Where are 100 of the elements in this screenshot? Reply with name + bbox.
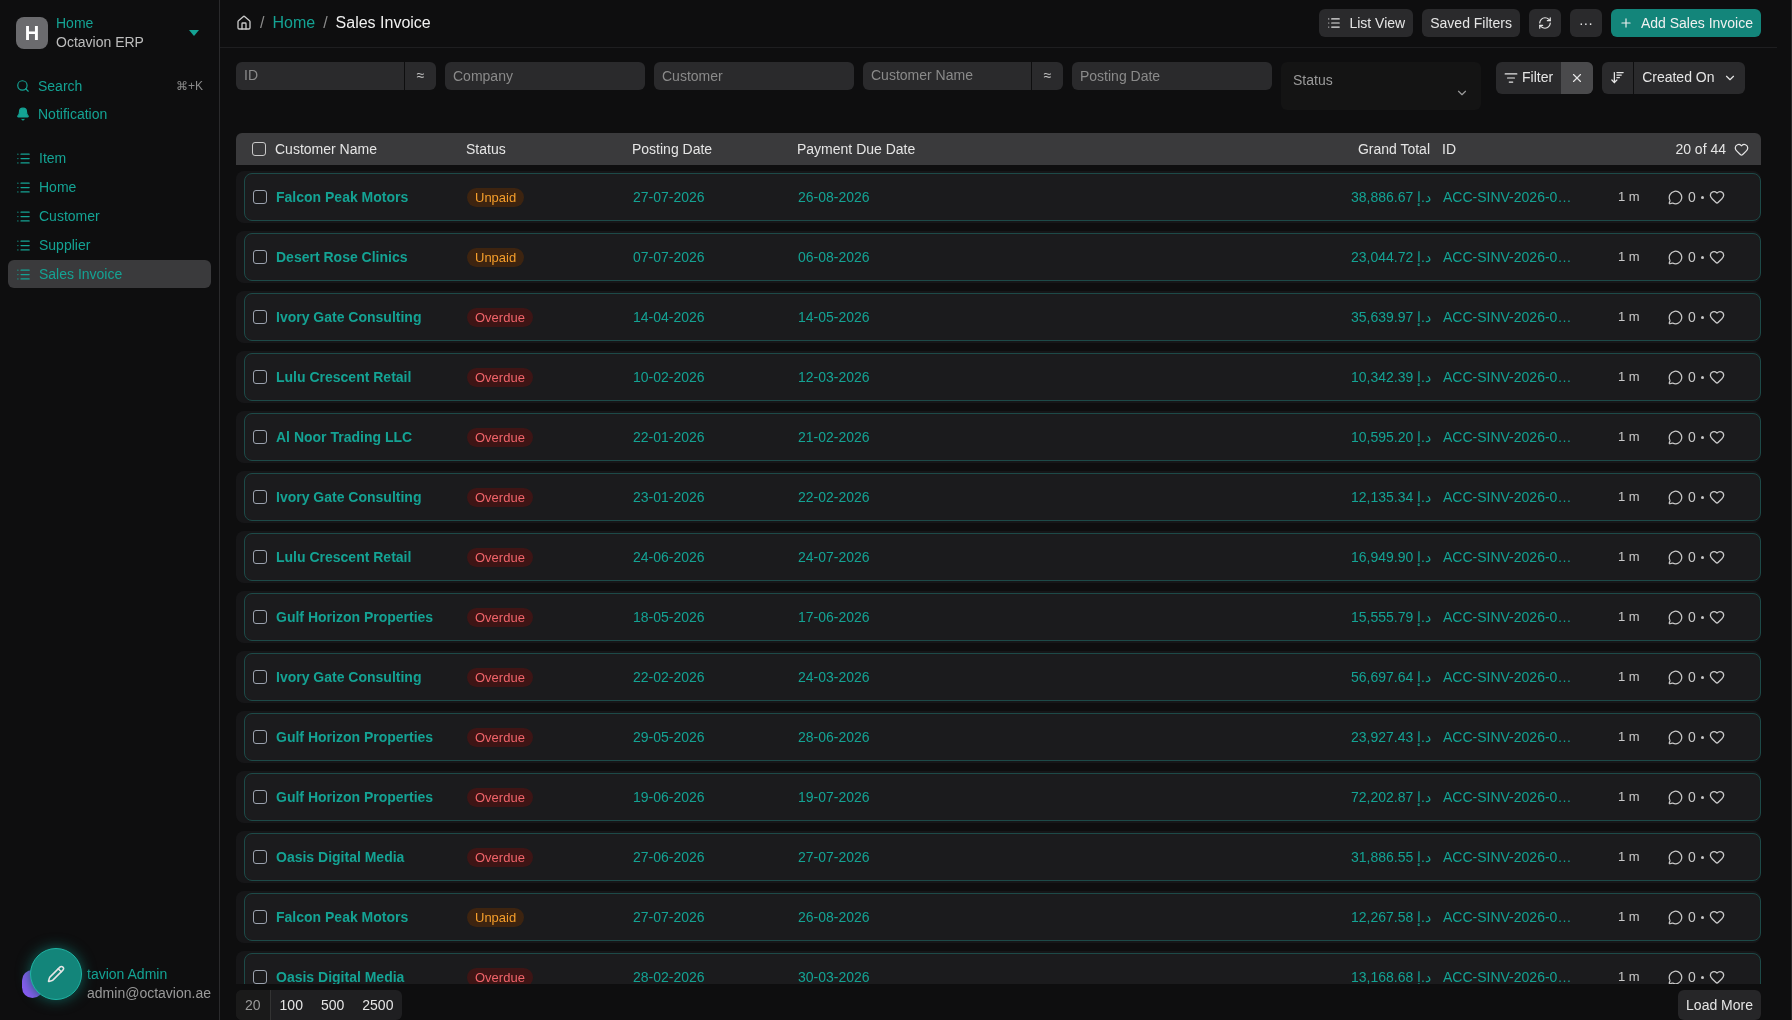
- search-item[interactable]: Search ⌘+K: [8, 72, 211, 100]
- operator-toggle[interactable]: ≈: [1031, 61, 1063, 90]
- row-checkbox[interactable]: [253, 610, 267, 625]
- row-checkbox[interactable]: [253, 490, 267, 505]
- customer-name[interactable]: Falcon Peak Motors: [276, 906, 467, 928]
- page-size-button[interactable]: 500: [311, 990, 354, 1020]
- page-size-button[interactable]: 2500: [353, 990, 403, 1020]
- load-more-button[interactable]: Load More: [1678, 990, 1761, 1020]
- heart-icon[interactable]: [1708, 549, 1725, 566]
- modified-time: 1 m: [1618, 728, 1641, 747]
- operator-toggle[interactable]: ≈: [404, 61, 436, 90]
- customer-name[interactable]: Ivory Gate Consulting: [276, 486, 467, 508]
- bell-icon: [16, 107, 30, 121]
- page-size-button[interactable]: 20: [236, 990, 271, 1020]
- home-icon[interactable]: [236, 15, 252, 32]
- sidebar-item[interactable]: Customer: [8, 202, 211, 230]
- invoice-id: ACC-SINV-2026-0…: [1443, 367, 1573, 387]
- due-date: 28-06-2026: [798, 727, 871, 747]
- heart-icon[interactable]: [1708, 369, 1725, 386]
- row-checkbox[interactable]: [253, 550, 267, 565]
- customer-name[interactable]: Gulf Horizon Properties: [276, 726, 467, 748]
- select-all-checkbox[interactable]: [252, 142, 266, 157]
- customer-name[interactable]: Ivory Gate Consulting: [276, 306, 467, 328]
- sidebar-item[interactable]: Home: [8, 173, 211, 201]
- edit-button[interactable]: [30, 948, 82, 1000]
- clear-filter-button[interactable]: [1561, 61, 1594, 94]
- heart-icon[interactable]: [1708, 189, 1725, 206]
- customer-name[interactable]: Lulu Crescent Retail: [276, 546, 467, 568]
- add-button[interactable]: Add Sales Invoice: [1610, 9, 1761, 38]
- list-view-button[interactable]: List View: [1319, 9, 1414, 38]
- comment-count: 0: [1688, 667, 1696, 687]
- breadcrumb-separator: /: [260, 13, 265, 34]
- row-checkbox[interactable]: [253, 190, 267, 205]
- sidebar-item[interactable]: Sales Invoice: [8, 260, 211, 288]
- invoice-id: ACC-SINV-2026-0…: [1443, 547, 1573, 567]
- heart-icon[interactable]: [1708, 789, 1725, 806]
- caret-icon[interactable]: [189, 30, 199, 36]
- invoice-id: ACC-SINV-2026-0…: [1443, 607, 1573, 627]
- customer-name[interactable]: Oasis Digital Media: [276, 966, 467, 984]
- filter-field[interactable]: Posting Date: [1072, 61, 1272, 90]
- filter-field[interactable]: Company: [445, 61, 645, 90]
- row-checkbox[interactable]: [253, 850, 267, 865]
- heart-icon[interactable]: [1708, 489, 1725, 506]
- list-icon: [1327, 16, 1342, 31]
- breadcrumb-link[interactable]: Home: [272, 11, 316, 36]
- due-date: 21-02-2026: [798, 427, 871, 447]
- filter-field[interactable]: Customer Name ≈: [863, 61, 1063, 90]
- invoice-id: ACC-SINV-2026-0…: [1443, 247, 1573, 267]
- customer-name[interactable]: Falcon Peak Motors: [276, 186, 467, 208]
- row-checkbox[interactable]: [253, 910, 267, 925]
- filter-field[interactable]: Customer: [654, 61, 854, 90]
- customer-name[interactable]: Gulf Horizon Properties: [276, 786, 467, 808]
- row-checkbox[interactable]: [253, 430, 267, 445]
- heart-icon[interactable]: [1708, 969, 1725, 984]
- plus-icon: [1618, 16, 1633, 31]
- column-header: Grand Total: [1356, 139, 1431, 159]
- customer-name[interactable]: Al Noor Trading LLC: [276, 426, 467, 448]
- row-checkbox[interactable]: [253, 310, 267, 325]
- row-checkbox[interactable]: [253, 250, 267, 265]
- row-checkbox[interactable]: [253, 670, 267, 685]
- workspace-title[interactable]: Home: [56, 14, 144, 33]
- row-count: 20 of 44: [1675, 139, 1726, 159]
- sidebar-item[interactable]: Supplier: [8, 231, 211, 259]
- heart-icon[interactable]: [1708, 609, 1725, 626]
- heart-icon[interactable]: [1708, 309, 1725, 326]
- status-badge: Overdue: [467, 607, 533, 627]
- saved-filters-button[interactable]: Saved Filters: [1422, 9, 1520, 38]
- heart-icon[interactable]: [1708, 429, 1725, 446]
- page-size-button[interactable]: 100: [270, 990, 312, 1020]
- customer-name[interactable]: Gulf Horizon Properties: [276, 606, 467, 628]
- heart-icon[interactable]: [1708, 249, 1725, 266]
- heart-icon[interactable]: [1708, 909, 1725, 926]
- posting-date: 22-01-2026: [633, 427, 706, 447]
- heart-icon[interactable]: [1708, 729, 1725, 746]
- status-badge: Unpaid: [467, 187, 525, 207]
- more-button[interactable]: ···: [1569, 9, 1602, 38]
- modified-time: 1 m: [1618, 668, 1641, 687]
- customer-name[interactable]: Ivory Gate Consulting: [276, 666, 467, 688]
- customer-name[interactable]: Lulu Crescent Retail: [276, 366, 467, 388]
- row-checkbox[interactable]: [253, 730, 267, 745]
- heart-icon[interactable]: [1734, 141, 1749, 157]
- posting-date: 24-06-2026: [633, 547, 706, 567]
- heart-icon[interactable]: [1708, 669, 1725, 686]
- customer-name[interactable]: Desert Rose Clinics: [276, 246, 467, 268]
- notification-item[interactable]: Notification: [8, 100, 211, 128]
- row-checkbox[interactable]: [253, 370, 267, 385]
- due-date: 30-03-2026: [798, 967, 871, 984]
- refresh-button[interactable]: [1528, 9, 1561, 38]
- status-badge: Overdue: [467, 967, 533, 984]
- posting-date: 27-07-2026: [633, 187, 706, 207]
- heart-icon[interactable]: [1708, 849, 1725, 866]
- row-checkbox[interactable]: [253, 970, 267, 984]
- row-checkbox[interactable]: [253, 790, 267, 805]
- filter-field[interactable]: ID ≈: [236, 61, 436, 90]
- customer-name[interactable]: Oasis Digital Media: [276, 846, 467, 868]
- status-select[interactable]: Status: [1281, 61, 1481, 110]
- comment-count: 0: [1688, 307, 1696, 327]
- sidebar-item[interactable]: Item: [8, 144, 211, 172]
- status-badge: Overdue: [467, 847, 533, 867]
- comment-count: 0: [1688, 547, 1696, 567]
